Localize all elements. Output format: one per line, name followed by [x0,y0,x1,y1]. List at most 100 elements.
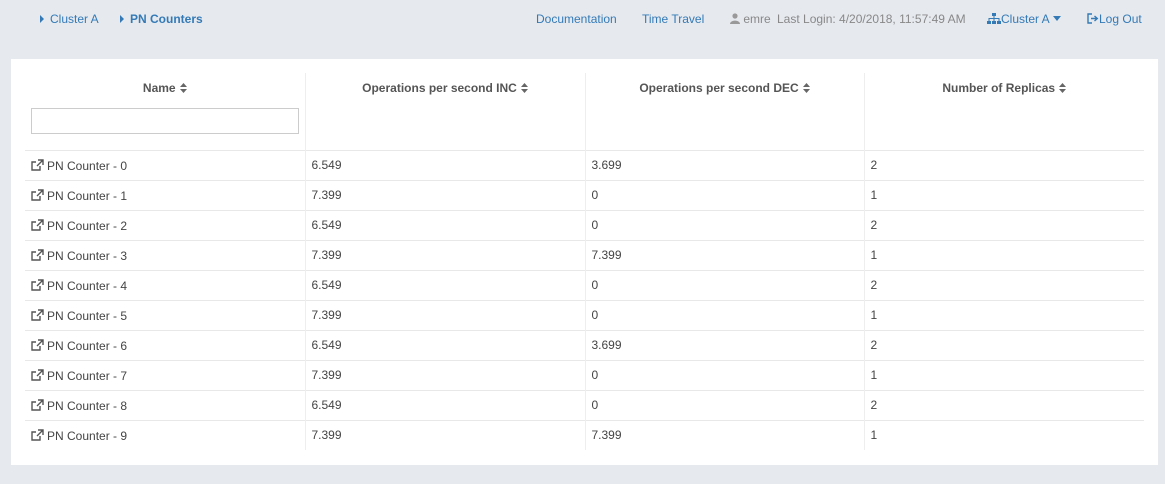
pn-counter-link[interactable]: PN Counter - 9 [31,429,127,443]
pn-counter-link[interactable]: PN Counter - 4 [31,279,127,293]
external-link-icon [31,159,44,171]
table-row: PN Counter - 9 7.399 7.399 1 [25,419,1144,450]
cell-replicas: 1 [863,179,1144,210]
cell-replicas: 2 [863,149,1144,180]
cell-name: PN Counter - 3 [25,239,305,270]
logout-link[interactable]: Log Out [1087,12,1142,26]
breadcrumb-cluster[interactable]: Cluster A [40,12,99,26]
cell-inc: 6.549 [304,269,585,300]
column-header-inc[interactable]: Operations per second INC [304,73,585,150]
cluster-dropdown[interactable]: Cluster A [987,12,1061,26]
table-row: PN Counter - 1 7.399 0 1 [25,179,1144,210]
pn-counter-link[interactable]: PN Counter - 6 [31,339,127,353]
cell-dec: 0 [584,269,864,300]
table-row: PN Counter - 5 7.399 0 1 [25,299,1144,330]
breadcrumb-label: PN Counters [130,12,203,26]
external-link-icon [31,219,44,231]
breadcrumb-pn-counters[interactable]: PN Counters [120,12,203,26]
table-body: PN Counter - 0 6.549 3.699 2 PN Counter - 17… [25,149,1144,450]
external-link-icon [31,339,44,351]
table-row: PN Counter - 0 6.549 3.699 2 [25,149,1144,180]
table-row: PN Counter - 6 6.549 3.699 2 [25,329,1144,360]
pn-counter-link[interactable]: PN Counter - 7 [31,369,127,383]
cell-replicas: 2 [863,329,1144,360]
sort-icon [802,83,810,93]
cell-inc: 7.399 [304,299,585,330]
column-label: Operations per second DEC [639,81,799,95]
cell-inc: 7.399 [304,359,585,390]
sort-icon [1059,83,1067,93]
documentation-link[interactable]: Documentation [536,12,617,26]
cell-name: PN Counter - 7 [25,359,305,390]
external-link-icon [31,279,44,291]
last-login: Last Login: 4/20/2018, 11:57:49 AM [777,12,966,26]
cell-dec: 0 [584,359,864,390]
cell-replicas: 1 [863,299,1144,330]
table-row: PN Counter - 7 7.399 0 1 [25,359,1144,390]
pn-counters-table: Name Operations per second INC Operation… [25,73,1144,450]
pn-counter-name: PN Counter - 6 [47,339,128,353]
name-filter-input[interactable] [31,108,299,134]
external-link-icon [31,399,44,411]
cell-inc: 7.399 [304,239,585,270]
pn-counter-name: PN Counter - 4 [47,279,128,293]
external-link-icon [31,249,44,261]
pn-counter-link[interactable]: PN Counter - 5 [31,309,127,323]
cell-inc: 6.549 [304,149,585,180]
external-link-icon [31,369,44,381]
pn-counter-name: PN Counter - 9 [47,429,128,444]
cell-name: PN Counter - 2 [25,209,305,240]
cell-inc: 7.399 [304,419,585,450]
cell-dec: 7.399 [584,419,864,450]
external-link-icon [31,189,44,201]
pn-counter-link[interactable]: PN Counter - 3 [31,249,127,263]
cell-dec: 3.699 [584,329,864,360]
cell-name: PN Counter - 4 [25,269,305,300]
pn-counter-name: PN Counter - 0 [47,159,128,173]
column-header-dec[interactable]: Operations per second DEC [584,73,864,150]
cell-inc: 7.399 [304,179,585,210]
cell-dec: 0 [584,389,864,420]
cell-replicas: 2 [863,389,1144,420]
cell-inc: 6.549 [304,329,585,360]
sort-icon [520,83,528,93]
cell-inc: 6.549 [304,389,585,420]
pn-counters-panel: Name Operations per second INC Operation… [11,59,1158,465]
column-label: Operations per second INC [362,81,517,95]
cell-dec: 0 [584,209,864,240]
cell-replicas: 1 [863,239,1144,270]
pn-counter-link[interactable]: PN Counter - 8 [31,399,127,413]
table-row: PN Counter - 4 6.549 0 2 [25,269,1144,300]
sign-out-icon [1087,13,1099,24]
pn-counter-link[interactable]: PN Counter - 0 [31,159,127,173]
pn-counter-link[interactable]: PN Counter - 1 [31,189,127,203]
table-row: PN Counter - 3 7.399 7.399 1 [25,239,1144,270]
sitemap-icon [987,13,1001,24]
pn-counter-name: PN Counter - 1 [47,189,128,203]
user-info: emre [730,12,771,26]
caret-right-icon [40,15,44,23]
column-header-name[interactable]: Name [25,73,305,150]
caret-right-icon [120,15,124,23]
cell-dec: 3.699 [584,149,864,180]
cell-inc: 6.549 [304,209,585,240]
pn-counter-link[interactable]: PN Counter - 2 [31,219,127,233]
cell-name: PN Counter - 5 [25,299,305,330]
cell-name: PN Counter - 1 [25,179,305,210]
cell-dec: 0 [584,299,864,330]
cluster-dropdown-label: Cluster A [1001,12,1050,26]
cell-replicas: 1 [863,419,1144,450]
top-bar: Cluster A PN Counters Documentation Time… [0,0,1165,38]
time-travel-link[interactable]: Time Travel [642,12,704,26]
breadcrumb-label: Cluster A [50,12,99,26]
pn-counter-name: PN Counter - 3 [47,249,128,263]
username: emre [743,12,771,26]
pn-counter-name: PN Counter - 7 [47,369,128,383]
column-label: Number of Replicas [942,81,1056,95]
cell-name: PN Counter - 9 [25,419,305,450]
pn-counter-name: PN Counter - 8 [47,399,128,413]
cell-dec: 7.399 [584,239,864,270]
table-row: PN Counter - 2 6.549 0 2 [25,209,1144,240]
column-header-replicas[interactable]: Number of Replicas [863,73,1144,150]
cell-dec: 0 [584,179,864,210]
